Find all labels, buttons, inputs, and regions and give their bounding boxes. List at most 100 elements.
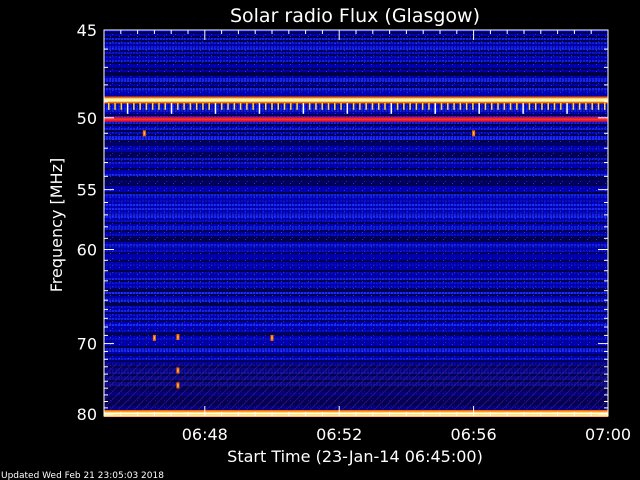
intermittent-spike — [271, 103, 273, 110]
intermittent-spike — [522, 103, 524, 114]
intermittent-spike — [585, 103, 587, 110]
intermittent-spike — [202, 103, 204, 110]
intermittent-spike — [246, 103, 248, 110]
intermittent-spike — [327, 103, 330, 110]
intermittent-spike — [490, 103, 493, 110]
intermittent-spike — [528, 103, 531, 110]
intermittent-spike — [597, 103, 600, 110]
intermittent-spike — [390, 103, 393, 114]
chart-title: Solar radio Flux (Glasgow) — [230, 5, 480, 27]
intermittent-spike — [591, 103, 593, 110]
intermittent-spike — [151, 103, 154, 110]
intermittent-spike — [315, 103, 317, 110]
x-tick-label: 07:00 — [585, 425, 631, 444]
intermittent-spike — [365, 103, 367, 110]
burst-core — [153, 336, 155, 340]
y-axis-label: Frequency [MHz] — [47, 158, 66, 292]
intermittent-spike — [290, 103, 292, 110]
intermittent-spike — [560, 103, 562, 110]
intermittent-spike — [139, 103, 141, 110]
intermittent-spike — [321, 103, 323, 110]
spectrogram-chart: Solar radio Flux (Glasgow) 455055607080 … — [1, 5, 631, 480]
intermittent-spike — [108, 103, 110, 110]
intermittent-spike — [221, 103, 223, 110]
y-tick-label: 45 — [77, 21, 97, 40]
intermittent-spike — [377, 103, 380, 110]
x-tick-label: 06:52 — [316, 425, 362, 444]
intermittent-spike — [296, 103, 298, 110]
intermittent-spike — [252, 103, 254, 110]
intermittent-spike — [227, 103, 229, 110]
intermittent-spike — [604, 103, 606, 110]
intermittent-spike — [428, 103, 430, 110]
intermittent-spike — [453, 103, 455, 110]
intermittent-spike — [447, 103, 449, 110]
intermittent-spike — [277, 103, 280, 110]
intermittent-spike — [302, 103, 305, 114]
intermittent-spike — [164, 103, 167, 110]
y-tick-label: 60 — [77, 241, 97, 260]
intermittent-spike — [183, 103, 185, 110]
intermittent-spike — [572, 103, 575, 110]
burst-core — [473, 131, 475, 135]
intermittent-spike — [403, 103, 405, 110]
plot-area — [103, 29, 609, 418]
intermittent-spike — [497, 103, 499, 110]
intermittent-spike — [214, 103, 217, 114]
intermittent-spike — [384, 103, 386, 110]
intermittent-spike — [396, 103, 399, 110]
updated-timestamp: Updated Wed Feb 21 23:05:03 2018 — [1, 471, 164, 480]
burst-core — [177, 368, 179, 372]
intermittent-spike — [459, 103, 462, 110]
intermittent-spike — [340, 103, 342, 110]
intermittent-spike — [421, 103, 424, 110]
intermittent-spike — [541, 103, 543, 110]
intermittent-spike — [534, 103, 537, 110]
y-tick-label: 55 — [77, 181, 97, 200]
intermittent-spike — [509, 103, 512, 110]
intermittent-spike — [195, 103, 198, 110]
interference-texture — [104, 363, 608, 412]
x-tick-label: 06:48 — [182, 425, 228, 444]
intermittent-spike — [516, 103, 518, 110]
intermittent-spike — [359, 103, 361, 110]
intermittent-spike — [126, 103, 129, 114]
intermittent-spike — [264, 103, 267, 110]
intermittent-spike — [120, 103, 123, 110]
burst-core — [271, 336, 273, 340]
intermittent-spike — [478, 103, 480, 114]
intermittent-spike — [352, 103, 355, 110]
x-axis-label: Start Time (23-Jan-14 06:45:00) — [227, 447, 483, 466]
x-tick-label: 06:56 — [451, 425, 497, 444]
intermittent-spike — [170, 103, 173, 114]
intermittent-spike — [440, 103, 443, 110]
intermittent-spike — [177, 103, 179, 110]
intermittent-spike — [371, 103, 374, 110]
intermittent-spike — [409, 103, 411, 110]
intermittent-spike — [189, 103, 192, 110]
intermittent-spike — [258, 103, 261, 114]
burst-core — [177, 335, 179, 339]
intermittent-spike — [208, 103, 210, 110]
intermittent-spike — [145, 103, 148, 110]
intermittent-spike — [158, 103, 160, 110]
emission-band — [104, 118, 608, 121]
intermittent-spike — [503, 103, 506, 110]
intermittent-spike — [239, 103, 242, 110]
y-tick-label: 70 — [77, 335, 97, 354]
intermittent-spike — [566, 103, 568, 114]
intermittent-spike — [415, 103, 418, 110]
intermittent-spike — [434, 103, 436, 114]
intermittent-spike — [114, 103, 116, 110]
intermittent-spike — [346, 103, 349, 114]
y-tick-label: 50 — [77, 109, 97, 128]
burst-core — [143, 131, 145, 135]
intermittent-spike — [553, 103, 556, 110]
noise-texture — [104, 30, 608, 416]
intermittent-spike — [578, 103, 581, 110]
intermittent-spike — [334, 103, 336, 110]
intermittent-spike — [465, 103, 468, 110]
intermittent-spike — [308, 103, 311, 110]
intermittent-spike — [233, 103, 236, 110]
intermittent-spike — [484, 103, 487, 110]
